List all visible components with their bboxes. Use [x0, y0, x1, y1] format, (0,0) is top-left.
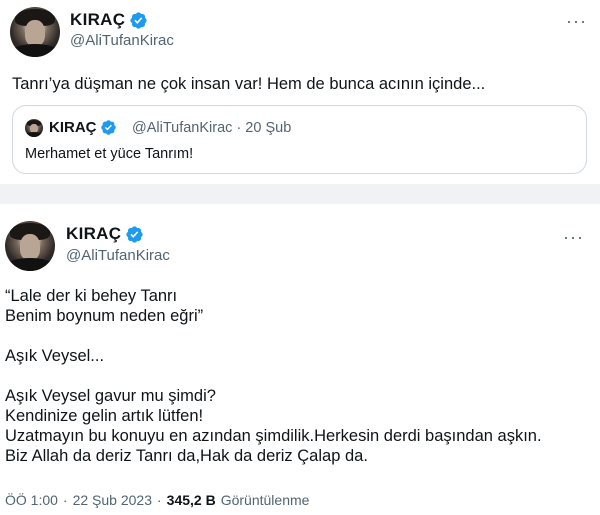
tweet-text-line: Aşık Veysel... [5, 347, 105, 365]
views-label: Görüntülenme [220, 492, 310, 508]
author-avatar[interactable] [5, 221, 55, 271]
more-options-icon[interactable]: ··· [563, 228, 584, 246]
tweet-date[interactable]: 22 Şub 2023 [73, 492, 152, 508]
author-handle[interactable]: @AliTufanKirac [70, 32, 174, 49]
verified-badge-icon [100, 120, 116, 135]
tweet-text-line: Aşık Veysel gavur mu şimdi? [5, 387, 216, 405]
author-avatar[interactable] [10, 7, 60, 57]
verified-badge-icon [126, 225, 143, 243]
author-name-row[interactable]: KIRAÇ [70, 10, 148, 30]
tweet-separator [0, 184, 600, 204]
author-name[interactable]: KIRAÇ [70, 10, 125, 30]
tweet-text-blank [5, 366, 542, 386]
quoted-author-handle-date: @AliTufanKirac · 20 Şub [132, 120, 292, 136]
tweet-text-line: Benim boynum neden eğri” [5, 307, 204, 325]
tweet-text-line: Kendinize gelin artık lütfen! [5, 407, 204, 425]
quoted-author-name: KIRAÇ [49, 119, 97, 136]
author-name-row[interactable]: KIRAÇ [66, 224, 144, 244]
tweet-text-line: Biz Allah da deriz Tanrı da,Hak da deriz… [5, 447, 368, 465]
views-count: 345,2 B [166, 492, 216, 508]
verified-badge-icon [130, 11, 147, 29]
tweet-text-line: “Lale der ki behey Tanrı [5, 287, 178, 305]
meta-separator: · [62, 492, 68, 508]
more-options-icon[interactable]: ··· [566, 12, 587, 30]
author-name[interactable]: KIRAÇ [66, 224, 121, 244]
quoted-tweet-text: Merhamet et yüce Tanrım! [25, 146, 194, 162]
quoted-tweet[interactable]: KIRAÇ @AliTufanKirac · 20 Şub Merhamet e… [12, 105, 587, 174]
tweet-text-blank [5, 326, 542, 346]
tweet-meta: ÖÖ 1:00 · 22 Şub 2023 · 345,2 B Görüntül… [5, 492, 309, 508]
author-handle[interactable]: @AliTufanKirac [66, 247, 170, 264]
tweet-text-line: Uzatmayın bu konuyu en azından şimdilik.… [5, 427, 542, 445]
tweet-text-block: “Lale der ki behey Tanrı Benim boynum ne… [5, 286, 542, 466]
quoted-author-name-row: KIRAÇ [49, 119, 117, 136]
tweet-text: Tanrı’ya düşman ne çok insan var! Hem de… [12, 75, 486, 93]
tweet-card[interactable]: KIRAÇ @AliTufanKirac ··· “Lale der ki be… [0, 204, 600, 515]
meta-separator: · [157, 492, 162, 508]
tweet-card[interactable]: KIRAÇ @AliTufanKirac ··· Tanrı’ya düşman… [0, 0, 600, 184]
tweet-time[interactable]: ÖÖ 1:00 [5, 492, 58, 508]
quoted-author-avatar [25, 119, 43, 137]
